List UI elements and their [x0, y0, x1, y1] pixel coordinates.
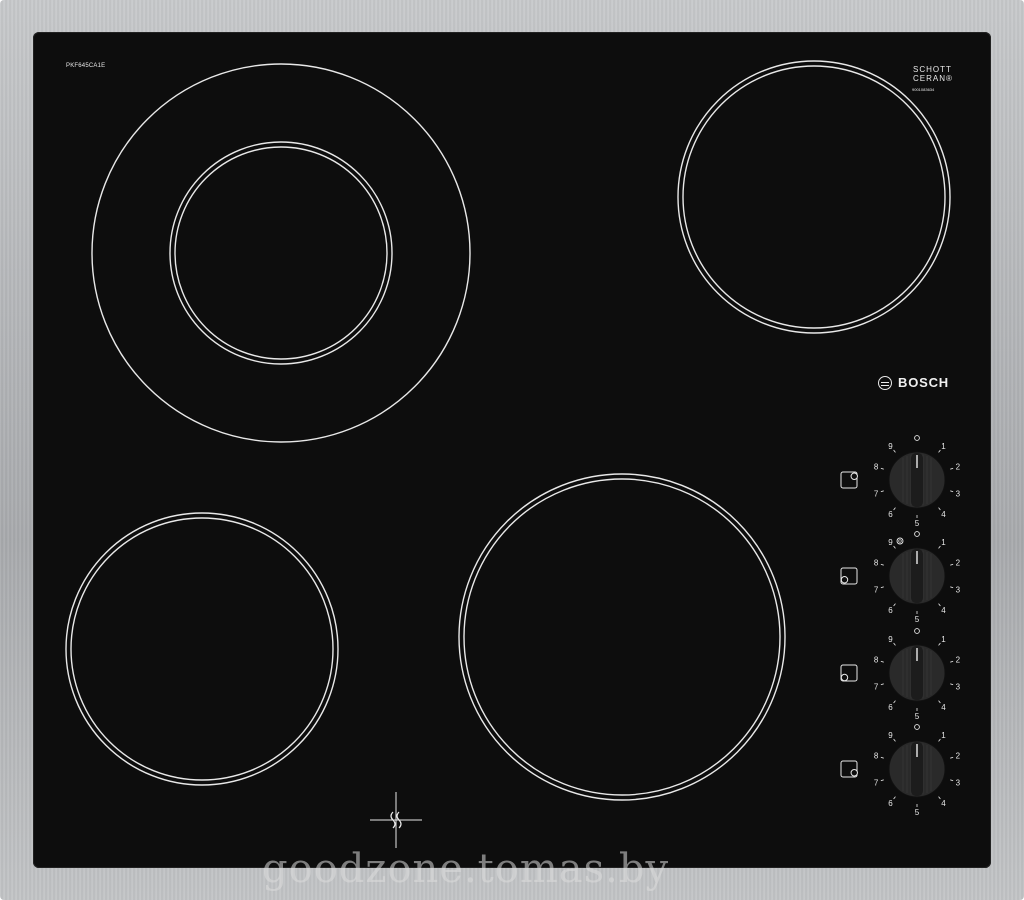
- knob-2-scale-8: 8: [874, 559, 879, 568]
- knob-2-scale-7: 7: [874, 585, 879, 594]
- knob-3-scale-2: 2: [956, 656, 961, 665]
- burner-top-left-inner: [169, 141, 393, 365]
- knob-3-scale-9: 9: [888, 635, 893, 644]
- zone-3-indicator-icon: [840, 664, 858, 682]
- knob-4-scale-3: 3: [956, 778, 961, 787]
- knob-1-scale-7: 7: [874, 489, 879, 498]
- knob-2-scale-5: 5: [915, 615, 920, 624]
- knob-4-scale-6: 6: [888, 799, 893, 808]
- burner-top-right: [677, 60, 951, 334]
- knob-3-scale-1: 1: [941, 635, 946, 644]
- zone-4-indicator-icon: [840, 760, 858, 778]
- knob-2-off-mark: [914, 531, 920, 537]
- knob-4-scale-5: 5: [915, 808, 920, 817]
- knob-3-scale-6: 6: [888, 703, 893, 712]
- knob-1-scale-4: 4: [941, 510, 946, 519]
- knob-4-scale-2: 2: [956, 752, 961, 761]
- control-knob-4[interactable]: 1 2 3 4 5 6 7 8 9: [840, 724, 961, 817]
- knob-4-scale-7: 7: [874, 778, 879, 787]
- knob-4-off-mark: [914, 724, 920, 730]
- knob-3-scale-7: 7: [874, 682, 879, 691]
- control-knob-3[interactable]: 1 2 3 4 5 6 7 8 9: [840, 628, 961, 721]
- control-knob-2[interactable]: 1 2 3 4 5 6 7 8 9: [840, 531, 961, 624]
- zone-1-indicator-icon: [840, 471, 858, 489]
- knob-2-scale-3: 3: [956, 585, 961, 594]
- knob-3-scale-5: 5: [915, 712, 920, 721]
- knob-1-scale-1: 1: [941, 442, 946, 451]
- knob-1-scale-8: 8: [874, 463, 879, 472]
- burner-bottom-left: [65, 512, 339, 786]
- burner-top-left-outer: [91, 63, 471, 443]
- knob-4-scale-1: 1: [941, 731, 946, 740]
- knob-2-scale-1: 1: [941, 538, 946, 547]
- knob-1-scale-3: 3: [956, 489, 961, 498]
- knob-2-scale-2: 2: [956, 559, 961, 568]
- zone-2-indicator-icon: [840, 567, 858, 585]
- knob-3-scale-4: 4: [941, 703, 946, 712]
- watermark-text: goodzone.tomas.by: [262, 846, 670, 892]
- knob-1-scale-2: 2: [956, 463, 961, 472]
- hob-graphics: 1 2 3 4 5 6 7 8 9 1 2 3 4 5 6 7 8 9 1 2 3 4 5 6 7 8 9 1 2 3 4 5 6 7 8 9: [65, 60, 961, 848]
- knob-2-scale-9: 9: [888, 538, 893, 547]
- dual-zone-icon: [896, 537, 904, 545]
- knob-2-scale-6: 6: [888, 606, 893, 615]
- knob-3-scale-8: 8: [874, 656, 879, 665]
- knob-1-scale-5: 5: [915, 519, 920, 528]
- knob-4-scale-8: 8: [874, 752, 879, 761]
- knob-3-scale-3: 3: [956, 682, 961, 691]
- knob-4-scale-4: 4: [941, 799, 946, 808]
- center-mark-icon: [370, 792, 422, 848]
- control-knob-1[interactable]: 1 2 3 4 5 6 7 8 9: [840, 435, 961, 528]
- burner-bottom-center: [458, 473, 786, 801]
- knob-3-off-mark: [914, 628, 920, 634]
- knob-1-scale-6: 6: [888, 510, 893, 519]
- knob-4-scale-9: 9: [888, 731, 893, 740]
- knob-1-scale-9: 9: [888, 442, 893, 451]
- knob-1-off-mark: [914, 435, 920, 441]
- knob-2-scale-4: 4: [941, 606, 946, 615]
